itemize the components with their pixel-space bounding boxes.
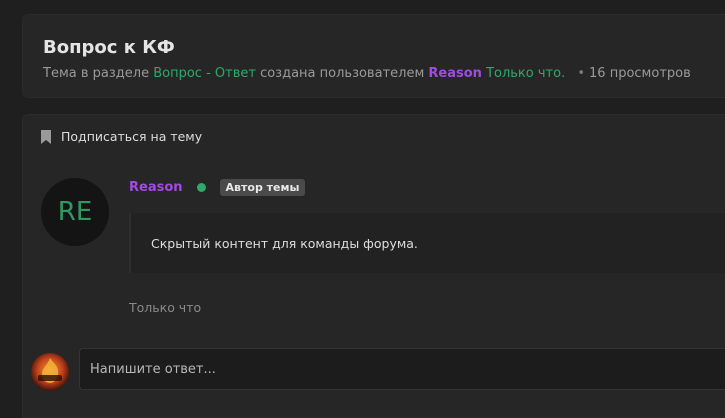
topic-created-time[interactable]: Только что. [486,66,565,81]
views-count: 16 просмотров [589,66,691,81]
meta-separator: • [577,66,586,81]
bookmark-icon [41,129,51,144]
author-badge: Автор темы [219,179,306,196]
reply-input[interactable] [79,348,725,390]
avatar-flame-icon [38,358,62,383]
subscribe-button[interactable]: Подписаться на тему [41,129,202,144]
meta-prefix: Тема в разделе [43,66,150,81]
post-content: Скрытый контент для команды форума. [129,213,725,273]
post-author-link[interactable]: Reason [129,180,183,195]
topic-meta: Тема в разделе Вопрос - Ответ создана по… [43,66,691,81]
avatar-initials: RE [57,197,93,227]
avatar[interactable]: RE [41,178,109,246]
post-author-line: Reason Автор темы [129,179,306,196]
user-avatar[interactable] [31,353,69,391]
topic-header: Вопрос к КФ Тема в разделе Вопрос - Отве… [22,14,725,98]
section-link[interactable]: Вопрос - Ответ [153,66,256,81]
meta-created-by: создана пользователем [260,66,425,81]
topic-author-link[interactable]: Reason [428,66,482,81]
online-status-icon [196,183,206,192]
post-time[interactable]: Только что [129,300,201,315]
subscribe-label: Подписаться на тему [61,129,203,144]
topic-title: Вопрос к КФ [43,37,175,58]
post-text: Скрытый контент для команды форума. [151,236,418,251]
